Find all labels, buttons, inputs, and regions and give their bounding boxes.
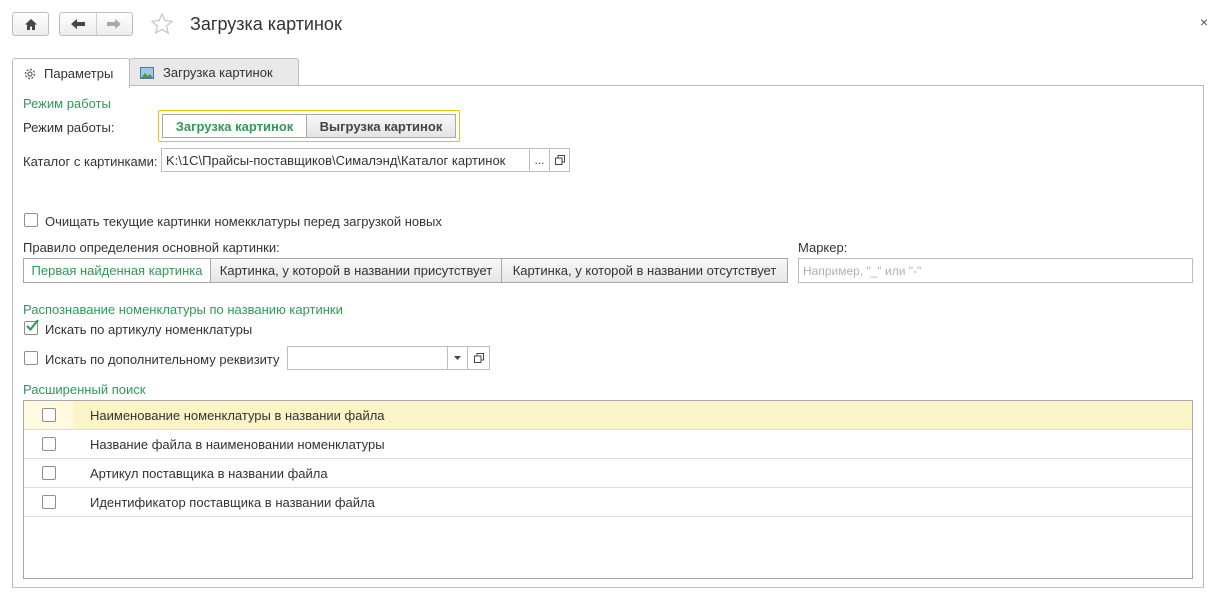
tab-parameters[interactable]: Параметры — [12, 58, 130, 88]
forward-button[interactable] — [97, 13, 133, 35]
arrow-right-icon — [107, 19, 122, 29]
home-button[interactable] — [12, 12, 49, 36]
checkmark-icon — [26, 319, 39, 332]
search-by-article-checkbox[interactable] — [24, 319, 39, 335]
rule-label: Правило определения основной картинки: — [23, 240, 280, 255]
close-icon[interactable]: × — [1200, 14, 1208, 30]
table-row[interactable]: Наименование номенклатуры в названии фай… — [24, 401, 1192, 430]
tab-parameters-label: Параметры — [44, 66, 114, 81]
home-icon — [24, 18, 37, 30]
marker-placeholder: Например, "_" или "-" — [803, 264, 922, 278]
mode-label: Режим работы: — [23, 120, 115, 135]
row-label: Артикул поставщика в названии файла — [90, 466, 328, 481]
picture-icon — [140, 66, 154, 79]
row-checkbox[interactable] — [42, 408, 56, 422]
rule-first-found-button[interactable]: Первая найденная картинка — [23, 258, 211, 283]
extra-attribute-open-button[interactable] — [467, 346, 490, 370]
favorite-star-icon[interactable] — [150, 12, 174, 39]
mode-switch: Загрузка картинок Выгрузка картинок — [158, 110, 460, 142]
clear-images-label: Очищать текущие картинки номекклатуры пе… — [45, 214, 442, 229]
tab-image-upload[interactable]: Загрузка картинок — [129, 58, 299, 86]
search-by-extra-checkbox[interactable] — [24, 351, 38, 365]
back-button[interactable] — [60, 13, 97, 35]
catalog-select-button[interactable]: ... — [529, 148, 550, 172]
history-nav — [59, 12, 133, 36]
open-window-icon — [554, 155, 565, 165]
marker-label: Маркер: — [798, 240, 848, 255]
open-window-icon — [473, 353, 484, 363]
recognition-section-title: Распознавание номенклатуры по названию к… — [23, 302, 343, 317]
catalog-path-input[interactable]: K:\1C\Прайсы-поставщиков\Сималэнд\Катало… — [161, 148, 530, 172]
extended-search-table: Наименование номенклатуры в названии фай… — [23, 400, 1193, 579]
search-by-extra-label: Искать по дополнительному реквизиту — [45, 352, 280, 367]
table-row[interactable]: Название файла в наименовании номенклату… — [24, 430, 1192, 459]
row-checkbox[interactable] — [42, 437, 56, 451]
page-title: Загрузка картинок — [190, 14, 342, 34]
tab-image-upload-label: Загрузка картинок — [163, 65, 273, 80]
mode-section-title: Режим работы — [23, 96, 111, 111]
extra-attribute-dropdown[interactable] — [447, 346, 468, 370]
chevron-down-icon — [454, 356, 461, 360]
gear-icon — [24, 68, 36, 79]
row-label: Идентификатор поставщика в названии файл… — [90, 495, 375, 510]
row-checkbox[interactable] — [42, 466, 56, 480]
clear-images-checkbox[interactable] — [24, 213, 38, 227]
rule-not-contains-button[interactable]: Картинка, у которой в названии отсутству… — [501, 258, 788, 283]
row-label: Название файла в наименовании номенклату… — [90, 437, 385, 452]
rule-contains-button[interactable]: Картинка, у которой в названии присутств… — [210, 258, 502, 283]
table-row[interactable]: Идентификатор поставщика в названии файл… — [24, 488, 1192, 517]
row-label: Наименование номенклатуры в названии фай… — [90, 408, 385, 423]
catalog-open-button[interactable] — [549, 148, 570, 172]
mode-download-option[interactable]: Выгрузка картинок — [306, 114, 456, 138]
table-row[interactable]: Артикул поставщика в названии файла — [24, 459, 1192, 488]
extra-attribute-input[interactable] — [287, 346, 448, 370]
row-checkbox[interactable] — [42, 495, 56, 509]
search-by-article-label: Искать по артикулу номенклатуры — [45, 322, 253, 337]
catalog-label: Каталог с картинками: — [23, 154, 158, 169]
mode-upload-option[interactable]: Загрузка картинок — [162, 114, 307, 138]
extended-search-title: Расширенный поиск — [23, 382, 146, 397]
arrow-left-icon — [70, 19, 85, 29]
